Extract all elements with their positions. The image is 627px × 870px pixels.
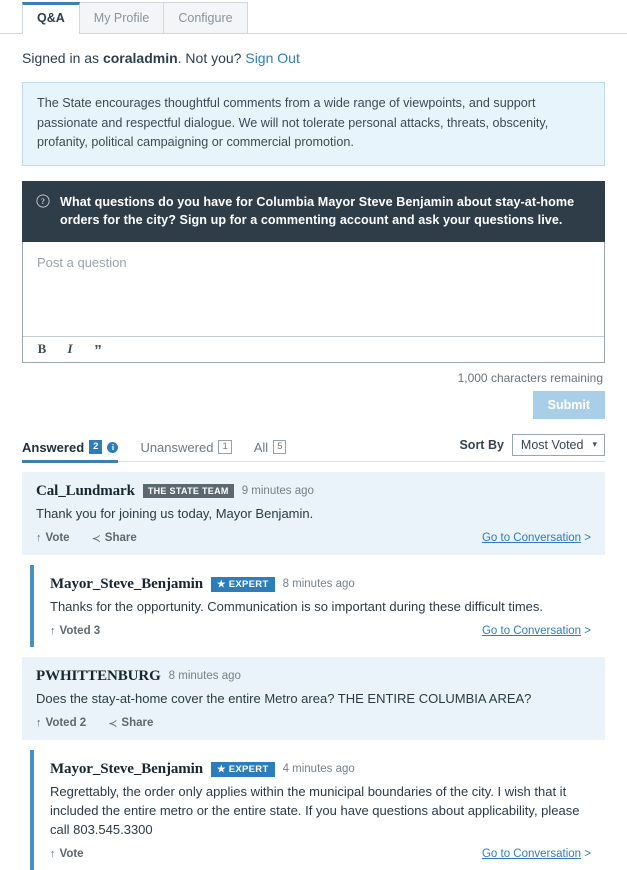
filter-tab-unanswered[interactable]: Unanswered 1 bbox=[140, 439, 232, 461]
share-button[interactable]: ≺ Share bbox=[92, 532, 137, 545]
comment-actions: ↑ Vote ≺ Share Go to Conversation > bbox=[36, 532, 591, 545]
comment-header: PWHITTENBURG 8 minutes ago bbox=[36, 668, 591, 685]
info-circle-icon[interactable]: i bbox=[107, 441, 119, 453]
chevron-right-icon: > bbox=[581, 532, 591, 544]
tab-configure[interactable]: Configure bbox=[163, 2, 248, 33]
qa-page: Q&A My Profile Configure Signed in as cora… bbox=[0, 0, 627, 870]
comment-author[interactable]: PWHITTENBURG bbox=[36, 668, 161, 685]
composer-toolbar: B I ” bbox=[23, 335, 604, 362]
sign-out-link[interactable]: Sign Out bbox=[245, 50, 299, 66]
up-arrow-icon: ↑ bbox=[36, 717, 42, 729]
filter-label: Answered bbox=[22, 439, 85, 455]
question-input[interactable]: Post a question bbox=[23, 242, 604, 336]
vote-label: Voted 3 bbox=[59, 624, 101, 637]
vote-button[interactable]: ↑ Voted 3 bbox=[50, 625, 100, 637]
filter-label: All bbox=[253, 439, 269, 455]
bold-icon[interactable]: B bbox=[35, 342, 49, 356]
up-arrow-icon: ↑ bbox=[50, 624, 56, 637]
vote-button[interactable]: ↑ Vote bbox=[50, 848, 84, 860]
filter-count-badge: 5 bbox=[273, 440, 287, 454]
comment-actions: ↑ Voted 2 ≺ Share bbox=[36, 717, 591, 730]
svg-text:?: ? bbox=[41, 197, 45, 206]
sort-control: Sort By Most Voted ▾ bbox=[459, 433, 605, 461]
vote-button[interactable]: ↑ Vote bbox=[36, 532, 70, 544]
comment-timestamp: 4 minutes ago bbox=[282, 763, 355, 775]
go-to-conversation-label: Go to Conversation bbox=[481, 624, 582, 637]
share-icon: ≺ bbox=[108, 717, 118, 730]
share-button[interactable]: ≺ Share bbox=[108, 717, 153, 730]
chevron-right-icon: > bbox=[581, 847, 591, 860]
comment-body: Thank you for joining us today, Mayor Be… bbox=[36, 505, 314, 521]
share-label: Share bbox=[104, 532, 137, 544]
blockquote-icon[interactable]: ” bbox=[91, 342, 105, 358]
chevron-right-icon: > bbox=[581, 624, 591, 637]
signed-in-row: Signed in as coraladmin. Not you? Sign O… bbox=[0, 34, 627, 78]
filter-tabs: Answered 2 i Unanswered 1 All 5 bbox=[22, 439, 287, 463]
expert-badge: ★ EXPERT bbox=[210, 761, 275, 777]
sort-by-label: Sort By bbox=[459, 437, 504, 452]
comment-body: Thanks for the opportunity. Communicatio… bbox=[50, 598, 544, 614]
tab-q-a[interactable]: Q&A bbox=[22, 2, 80, 34]
filter-count-badge: 1 bbox=[218, 440, 232, 454]
comment-author[interactable]: Cal_Lundmark bbox=[36, 483, 135, 500]
signed-in-prefix: Signed in as bbox=[22, 50, 103, 66]
sort-select[interactable]: Most Voted ▾ bbox=[511, 433, 605, 456]
comment-author[interactable]: Mayor_Steve_Benjamin bbox=[50, 761, 203, 778]
go-to-conversation-link[interactable]: Go to Conversation > bbox=[482, 625, 591, 637]
comment-author[interactable]: Mayor_Steve_Benjamin bbox=[50, 576, 203, 593]
vote-label: Vote bbox=[45, 532, 70, 544]
comment-header: Cal_Lundmark THE STATE TEAM 9 minutes ago bbox=[36, 483, 591, 500]
filter-sort-row: Answered 2 i Unanswered 1 All 5 Sort By Most V… bbox=[22, 433, 605, 463]
comment-reply: Mayor_Steve_Benjamin ★ EXPERT 8 minutes ag… bbox=[30, 564, 605, 647]
vote-button[interactable]: ↑ Voted 2 bbox=[36, 717, 86, 729]
tab-my-profile[interactable]: My Profile bbox=[78, 2, 165, 33]
comment-timestamp: 9 minutes ago bbox=[241, 485, 314, 497]
share-icon: ≺ bbox=[91, 532, 101, 545]
comment-item: Cal_Lundmark THE STATE TEAM 9 minutes ago T… bbox=[22, 471, 605, 555]
staff-badge: THE STATE TEAM bbox=[142, 484, 234, 498]
sort-select-value: Most Voted bbox=[520, 437, 584, 452]
comment-actions: ↑ Voted 3 Go to Conversation > bbox=[50, 625, 591, 637]
submit-row: Submit bbox=[0, 385, 627, 419]
filter-tab-all[interactable]: All 5 bbox=[254, 440, 287, 461]
characters-remaining: 1,000 characters remaining bbox=[457, 370, 603, 385]
community-guidelines-notice: The State encourages thoughtful comments… bbox=[22, 82, 605, 166]
comment-body: Regrettably, the order only applies with… bbox=[50, 783, 580, 837]
filter-tab-answered[interactable]: Answered 2 i bbox=[22, 439, 119, 463]
question-circle-icon: ? bbox=[36, 193, 50, 208]
comment-header: Mayor_Steve_Benjamin ★ EXPERT 4 minutes ag… bbox=[50, 761, 591, 778]
signed-in-username: coraladmin bbox=[102, 50, 178, 66]
up-arrow-icon: ↑ bbox=[36, 532, 42, 544]
go-to-conversation-link[interactable]: Go to Conversation > bbox=[482, 848, 591, 860]
comment-body: Does the stay-at-home cover the entire M… bbox=[36, 690, 532, 706]
go-to-conversation-label: Go to Conversation bbox=[481, 847, 582, 860]
up-arrow-icon: ↑ bbox=[50, 847, 56, 860]
comment-header: Mayor_Steve_Benjamin ★ EXPERT 8 minutes ag… bbox=[50, 576, 591, 593]
question-composer: Post a question B I ” bbox=[22, 241, 605, 363]
filter-count-badge: 2 bbox=[89, 440, 103, 454]
signed-in-middle: . Not you? bbox=[177, 50, 246, 66]
vote-label: Vote bbox=[59, 847, 84, 860]
question-prompt-text: What questions do you have for Columbia … bbox=[60, 194, 575, 227]
share-label: Share bbox=[121, 717, 154, 729]
comment-timestamp: 8 minutes ago bbox=[168, 670, 241, 682]
comment-item: PWHITTENBURG 8 minutes ago Does the stay-a… bbox=[22, 656, 605, 740]
tab-bar: Q&A My Profile Configure bbox=[0, 0, 627, 34]
comment-actions: ↑ Vote Go to Conversation > bbox=[50, 848, 591, 860]
vote-label: Voted 2 bbox=[45, 717, 87, 729]
chevron-down-icon: ▾ bbox=[592, 439, 597, 449]
filter-label: Unanswered bbox=[140, 439, 214, 455]
expert-badge: ★ EXPERT bbox=[210, 576, 275, 592]
question-prompt-banner: ? What questions do you have for Columbi… bbox=[22, 180, 605, 242]
italic-icon[interactable]: I bbox=[63, 342, 77, 356]
go-to-conversation-link[interactable]: Go to Conversation > bbox=[482, 532, 591, 544]
comment-list: Cal_Lundmark THE STATE TEAM 9 minutes ago T… bbox=[22, 471, 605, 870]
submit-button[interactable]: Submit bbox=[532, 390, 605, 419]
comment-timestamp: 8 minutes ago bbox=[282, 578, 355, 590]
comment-reply: Mayor_Steve_Benjamin ★ EXPERT 4 minutes ag… bbox=[30, 749, 605, 870]
go-to-conversation-label: Go to Conversation bbox=[481, 532, 582, 544]
